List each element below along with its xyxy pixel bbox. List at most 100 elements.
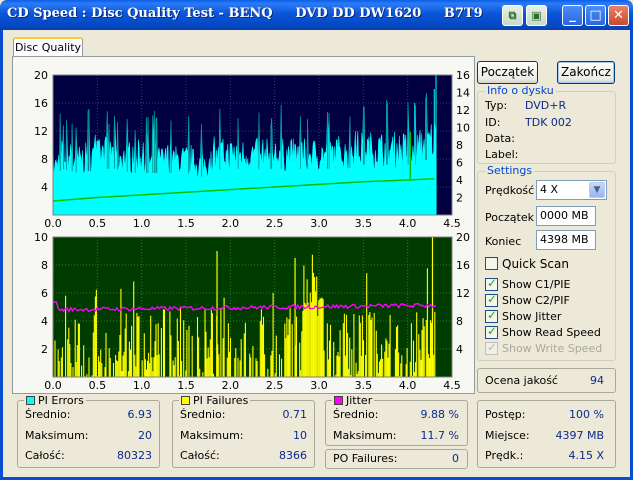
start-input[interactable]: 0000 MB bbox=[536, 206, 596, 226]
upper-yr-tick: 10 bbox=[456, 122, 470, 135]
jitter-title: Jitter bbox=[332, 394, 375, 407]
upper-yl-tick: 16 bbox=[34, 97, 48, 110]
lower-yl-tick: 10 bbox=[34, 231, 48, 244]
upper-x-tick: 4.5 bbox=[443, 217, 461, 230]
show-c2-label: Show C2/PIF bbox=[502, 294, 570, 307]
lower-x-tick: 3.0 bbox=[310, 379, 328, 392]
upper-yl-tick: 20 bbox=[34, 69, 48, 82]
progress-label: Postęp: bbox=[485, 408, 526, 421]
zakoncz-button[interactable]: Zakończ bbox=[557, 61, 615, 84]
upper-yr-tick: 6 bbox=[456, 157, 463, 170]
show-jitter-checkbox[interactable] bbox=[485, 308, 498, 323]
show-write-checkbox bbox=[485, 340, 498, 355]
lower-x-tick: 2.0 bbox=[222, 379, 240, 392]
speed-stat-value: 4.15 X bbox=[568, 449, 604, 462]
upper-x-tick: 2.5 bbox=[266, 217, 284, 230]
settings-title: Settings bbox=[485, 164, 535, 178]
quick-scan-label: Quick Scan bbox=[502, 257, 569, 271]
pie-total-label: Całość: bbox=[25, 449, 65, 462]
upper-yr-tick: 16 bbox=[456, 69, 470, 82]
info-type-label: Typ: bbox=[485, 99, 508, 112]
info-id-label: ID: bbox=[485, 116, 501, 129]
lower-x-tick: 0.0 bbox=[44, 379, 62, 392]
upper-chart: 0.0 0.5 1.0 1.5 2.0 2.5 3.0 3.5 4.0 4.54812162024… bbox=[34, 69, 470, 230]
show-write-label: Show Write Speed bbox=[502, 342, 603, 355]
lower-x-tick: 4.5 bbox=[443, 379, 461, 392]
pif-total-label: Całość: bbox=[180, 449, 220, 462]
pie-total-value: 80323 bbox=[117, 449, 152, 462]
po-failures-value: 0 bbox=[452, 452, 459, 465]
upper-yl-tick: 12 bbox=[34, 125, 48, 138]
info-date-label: Data: bbox=[485, 132, 515, 145]
jitter-avg-label: Średnio: bbox=[333, 408, 379, 421]
pif-max-value: 10 bbox=[293, 429, 307, 442]
start-button[interactable]: Początek bbox=[477, 61, 538, 84]
lower-yr-tick: 8 bbox=[456, 315, 463, 328]
quality-value: 94 bbox=[590, 374, 604, 387]
pie-avg-label: Średnio: bbox=[25, 408, 71, 421]
jitter-avg-value: 9.88 % bbox=[420, 408, 459, 421]
lower-x-tick: 3.5 bbox=[355, 379, 373, 392]
show-read-checkbox[interactable] bbox=[485, 324, 498, 339]
po-failures-label: PO Failures: bbox=[333, 452, 398, 465]
upper-x-tick: 3.5 bbox=[355, 217, 373, 230]
lower-yr-tick: 16 bbox=[456, 259, 470, 272]
jitter-max-value: 11.7 % bbox=[420, 429, 459, 442]
jitter-swatch-icon bbox=[334, 396, 343, 405]
show-c2-checkbox[interactable] bbox=[485, 292, 498, 307]
lower-yr-tick: 20 bbox=[456, 231, 470, 244]
pif-swatch-icon bbox=[181, 396, 190, 405]
progress-value: 100 % bbox=[569, 408, 604, 421]
end-input[interactable]: 4398 MB bbox=[536, 230, 596, 250]
lower-x-tick: 0.5 bbox=[89, 379, 107, 392]
upper-yl-tick: 4 bbox=[41, 181, 48, 194]
upper-yl-tick: 8 bbox=[41, 153, 48, 166]
pi-failures-title: PI Failures bbox=[179, 394, 251, 407]
pif-avg-label: Średnio: bbox=[180, 408, 226, 421]
info-label-label: Label: bbox=[485, 148, 519, 161]
upper-yr-tick: 8 bbox=[456, 139, 463, 152]
lower-x-tick: 1.0 bbox=[133, 379, 151, 392]
lower-yr-tick: 12 bbox=[456, 287, 470, 300]
upper-x-tick: 3.0 bbox=[310, 217, 328, 230]
pie-max-value: 20 bbox=[138, 429, 152, 442]
pif-max-label: Maksimum: bbox=[180, 429, 244, 442]
lower-yl-tick: 4 bbox=[41, 315, 48, 328]
jitter-max-label: Maksimum: bbox=[333, 429, 397, 442]
show-read-label: Show Read Speed bbox=[502, 326, 601, 339]
upper-yr-tick: 4 bbox=[456, 174, 463, 187]
info-type-value: DVD+R bbox=[525, 99, 567, 112]
disc-info-title: Info o dysku bbox=[485, 84, 556, 98]
pi-errors-title: PI Errors bbox=[24, 394, 86, 407]
upper-x-tick: 0.5 bbox=[89, 217, 107, 230]
position-label: Miejsce: bbox=[485, 429, 530, 442]
speed-label: Prędkość bbox=[485, 184, 535, 197]
show-c1-checkbox[interactable] bbox=[485, 276, 498, 291]
chevron-down-icon[interactable]: ▼ bbox=[589, 182, 605, 198]
lower-yr-tick: 4 bbox=[456, 343, 463, 356]
pie-avg-value: 6.93 bbox=[127, 408, 153, 421]
lower-yl-tick: 6 bbox=[41, 287, 48, 300]
speed-stat-label: Prędk.: bbox=[485, 449, 524, 462]
pie-swatch-icon bbox=[26, 396, 35, 405]
lower-x-tick: 4.0 bbox=[399, 379, 417, 392]
lower-chart: 0.0 0.5 1.0 1.5 2.0 2.5 3.0 3.5 4.0 4.5 2 4 6 8 10 4 8 12… bbox=[34, 231, 470, 392]
pie-max-label: Maksimum: bbox=[25, 429, 89, 442]
info-id-value: TDK 002 bbox=[525, 116, 572, 129]
upper-x-tick: 0.0 bbox=[44, 217, 62, 230]
position-value: 4397 MB bbox=[555, 429, 604, 442]
pif-total-value: 8366 bbox=[279, 449, 307, 462]
quality-label: Ocena jakość bbox=[485, 374, 558, 387]
upper-x-tick: 4.0 bbox=[399, 217, 417, 230]
speed-select[interactable]: 4 X ▼ bbox=[536, 180, 607, 200]
lower-x-tick: 2.5 bbox=[266, 379, 284, 392]
lower-yl-tick: 8 bbox=[41, 259, 48, 272]
end-label: Koniec bbox=[485, 235, 522, 248]
upper-x-tick: 1.0 bbox=[133, 217, 151, 230]
upper-x-tick: 2.0 bbox=[222, 217, 240, 230]
quick-scan-checkbox[interactable] bbox=[485, 257, 498, 270]
speed-select-value: 4 X bbox=[540, 183, 559, 196]
start-label: Początek bbox=[485, 211, 534, 224]
show-jitter-label: Show Jitter bbox=[502, 310, 562, 323]
pif-avg-value: 0.71 bbox=[282, 408, 308, 421]
